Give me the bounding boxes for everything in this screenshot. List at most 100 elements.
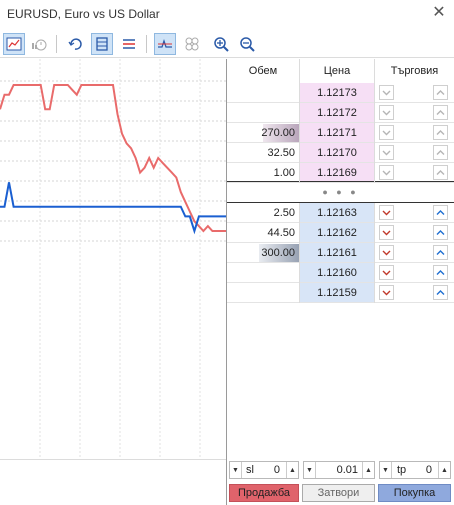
price-cell: 1.12163 xyxy=(300,203,374,223)
tick-chart[interactable] xyxy=(0,59,226,459)
sell-level-row: 270.00 1.12171 xyxy=(227,123,454,143)
chevron-down-icon xyxy=(382,290,391,296)
buy-level-row: 44.50 1.12162 xyxy=(227,223,454,243)
sell-limit-button[interactable] xyxy=(379,225,394,240)
linked-icon xyxy=(185,37,199,51)
volume-cell xyxy=(227,103,299,123)
buy-level-row: 1.12159 xyxy=(227,283,454,303)
sl-value[interactable]: 0 xyxy=(258,464,280,476)
zoom-in-icon xyxy=(214,37,229,52)
column-header-trading[interactable]: Търговия xyxy=(375,59,454,83)
sl-decrease-icon[interactable]: ▼ xyxy=(230,462,242,478)
chevron-down-icon xyxy=(382,90,391,96)
trade-cell xyxy=(375,83,454,103)
close-position-button[interactable]: Затвори xyxy=(302,484,375,502)
sell-limit-button[interactable] xyxy=(379,265,394,280)
toolbar-separator xyxy=(146,35,147,53)
close-icon[interactable]: ✕ xyxy=(430,4,448,22)
sell-level-row: 32.50 1.12170 xyxy=(227,143,454,163)
spread-dots: ● ● ● xyxy=(322,187,359,197)
column-header-price[interactable]: Цена xyxy=(300,59,374,83)
buy-limit-button[interactable] xyxy=(433,145,448,160)
zoom-out-button[interactable] xyxy=(236,33,258,55)
column-header-volume[interactable]: Обем xyxy=(227,59,299,83)
tick-chart-icon xyxy=(158,38,172,48)
volume-decrease-icon[interactable]: ▼ xyxy=(304,462,316,478)
column-divider xyxy=(299,83,300,183)
sl-label: sl xyxy=(246,464,254,476)
buy-limit-button[interactable] xyxy=(433,165,448,180)
zoom-in-button[interactable] xyxy=(210,33,232,55)
volume-cell xyxy=(227,263,299,283)
volume-cell: 44.50 xyxy=(227,223,299,243)
levels-button[interactable] xyxy=(118,33,140,55)
chevron-down-icon xyxy=(382,170,391,176)
linked-button[interactable] xyxy=(181,33,203,55)
toolbar-separator xyxy=(56,35,57,53)
buy-limit-button[interactable] xyxy=(433,285,448,300)
buy-limit-button[interactable] xyxy=(433,205,448,220)
sell-limit-button[interactable] xyxy=(379,165,394,180)
sell-limit-button[interactable] xyxy=(379,285,394,300)
sell-level-row: 1.12173 xyxy=(227,83,454,103)
buy-limit-button[interactable] xyxy=(433,105,448,120)
sl-spinner[interactable]: ▼ sl 0 ▲ xyxy=(229,461,299,479)
price-cell: 1.12170 xyxy=(300,143,374,163)
tp-increase-icon[interactable]: ▲ xyxy=(438,462,450,478)
chevron-down-icon xyxy=(382,110,391,116)
price-cell: 1.12162 xyxy=(300,223,374,243)
volume-spinner[interactable]: ▼ 0.01 ▲ xyxy=(303,461,375,479)
sell-limit-button[interactable] xyxy=(379,125,394,140)
chevron-up-icon xyxy=(436,90,445,95)
volume-value: 1.00 xyxy=(273,167,295,179)
sell-limit-button[interactable] xyxy=(379,245,394,260)
chevron-up-icon xyxy=(436,170,445,175)
bid-line xyxy=(0,182,226,235)
chevron-down-icon xyxy=(382,250,391,256)
sell-limit-button[interactable] xyxy=(379,85,394,100)
buy-button[interactable]: Покупка xyxy=(378,484,451,502)
buy-limit-button[interactable] xyxy=(433,225,448,240)
volume-cell: 1.00 xyxy=(227,163,299,183)
tp-spinner[interactable]: ▼ tp 0 ▲ xyxy=(379,461,451,479)
trade-cell xyxy=(375,163,454,183)
sell-button[interactable]: Продажба xyxy=(229,484,299,502)
chart-toggle-button[interactable] xyxy=(3,33,25,55)
spread-indicator: ● ● ● xyxy=(227,181,454,203)
history-icon xyxy=(32,39,47,51)
title-bar: EURUSD, Euro vs US Dollar ✕ xyxy=(0,0,454,28)
tp-decrease-icon[interactable]: ▼ xyxy=(380,462,392,478)
buy-limit-button[interactable] xyxy=(433,245,448,260)
tp-label: tp xyxy=(397,464,407,476)
volume-value: 2.50 xyxy=(273,207,295,219)
chevron-up-icon xyxy=(436,230,445,235)
ask-line xyxy=(0,84,226,233)
trade-cell xyxy=(375,203,454,223)
sl-increase-icon[interactable]: ▲ xyxy=(286,462,298,478)
column-divider xyxy=(374,203,375,303)
price-cell: 1.12161 xyxy=(300,243,374,263)
sell-limit-button[interactable] xyxy=(379,105,394,120)
buy-limit-button[interactable] xyxy=(433,125,448,140)
price-cell: 1.12172 xyxy=(300,103,374,123)
buy-limit-button[interactable] xyxy=(433,265,448,280)
trade-cell xyxy=(375,243,454,263)
history-button[interactable] xyxy=(28,33,50,55)
chevron-up-icon xyxy=(436,150,445,155)
sell-limit-button[interactable] xyxy=(379,205,394,220)
chevron-down-icon xyxy=(382,130,391,136)
zoom-out-icon xyxy=(240,37,255,52)
volume-cell: 300.00 xyxy=(227,243,299,263)
refresh-button[interactable] xyxy=(64,33,86,55)
trade-cell xyxy=(375,103,454,123)
sell-limit-button[interactable] xyxy=(379,145,394,160)
volume-increase-icon[interactable]: ▲ xyxy=(362,462,374,478)
chevron-up-icon xyxy=(436,210,445,215)
sell-level-row: 1.12172 xyxy=(227,103,454,123)
buy-limit-button[interactable] xyxy=(433,85,448,100)
tp-value[interactable]: 0 xyxy=(410,464,432,476)
volume-value[interactable]: 0.01 xyxy=(318,464,358,476)
tick-chart-button[interactable] xyxy=(154,33,176,55)
depth-button[interactable] xyxy=(91,33,113,55)
volume-value: 44.50 xyxy=(267,227,295,239)
